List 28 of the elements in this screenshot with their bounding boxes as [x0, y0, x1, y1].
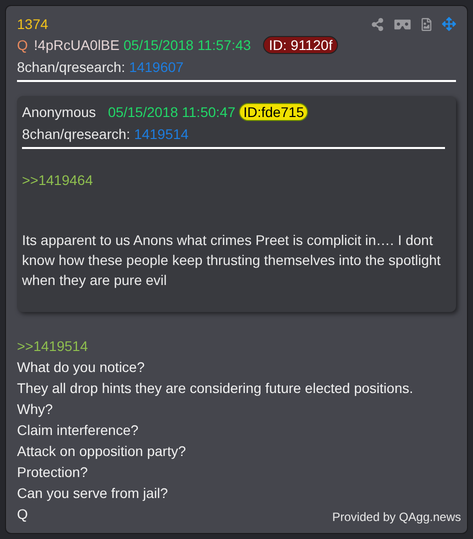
document-icon[interactable]: [421, 18, 432, 30]
author-name: Q: [17, 36, 28, 55]
board-name: 8chan/qresearch:: [17, 59, 126, 75]
message-line: Can you serve from jail?: [17, 484, 168, 503]
poster-id: ID:fde715: [239, 103, 308, 121]
post-link[interactable]: 1419607: [129, 59, 184, 75]
message-line: Why?: [17, 400, 53, 419]
author-name: Anonymous: [22, 103, 96, 122]
reply-link[interactable]: >>1419464: [22, 170, 451, 190]
post-number: 1374: [17, 15, 48, 34]
post-date: 05/15/2018 11:57:43: [123, 36, 251, 55]
message-line: Attack on opposition party?: [17, 442, 186, 461]
goggles-icon[interactable]: [394, 18, 411, 30]
message-line: They all drop hints they are considering future elected positions.: [17, 379, 414, 398]
share-icon[interactable]: [371, 18, 384, 30]
quoted-message: Its apparent to us Anons what crimes Preet is complicit in…. I dont know how these people keep thrusting themselves into the spotlight when they are pure evil: [22, 231, 442, 290]
message-line: Q: [17, 505, 28, 524]
poster-id: ID: 91120f: [262, 36, 338, 54]
footer-credit: Provided by QAgg.news: [332, 509, 461, 526]
post-date: 05/15/2018 11:50:47: [108, 103, 236, 122]
tripcode: !4pRcUA0lBE: [34, 36, 120, 55]
message-line: What do you notice?: [17, 358, 145, 377]
reply-link[interactable]: >>1419514: [17, 336, 456, 357]
post-link[interactable]: 1419514: [134, 126, 189, 142]
message-line: Protection?: [17, 463, 88, 482]
message-line: Claim interference?: [17, 421, 138, 440]
move-icon[interactable]: [442, 17, 456, 31]
board-name: 8chan/qresearch:: [22, 126, 132, 142]
